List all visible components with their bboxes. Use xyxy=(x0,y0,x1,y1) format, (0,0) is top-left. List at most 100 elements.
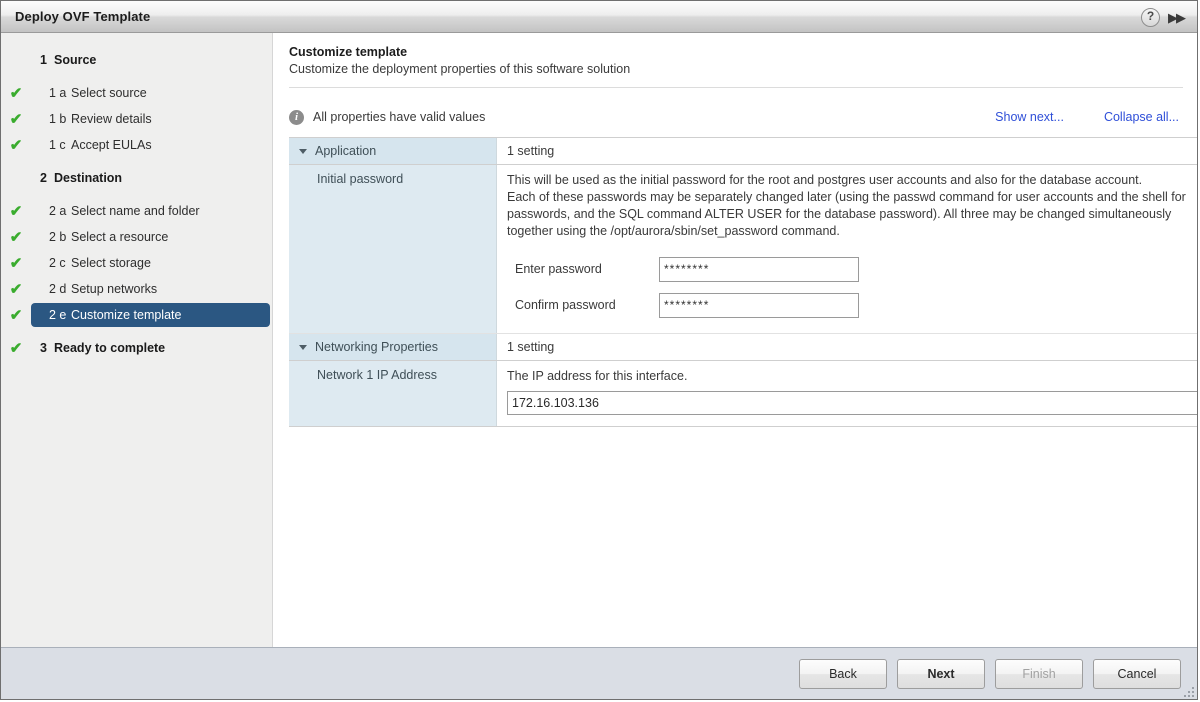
resize-grip-icon[interactable] xyxy=(1182,685,1194,697)
network-ip-address-input[interactable] xyxy=(507,391,1197,415)
sidebar-item-number: 3 xyxy=(40,341,47,355)
sidebar-item-number: 2 xyxy=(40,171,47,185)
property-group-header-application[interactable]: Application 1 setting xyxy=(289,138,1197,165)
group-setting-count-cell: 1 setting xyxy=(497,334,1197,360)
group-name-label: Networking Properties xyxy=(315,340,438,354)
sidebar-item-text: Ready to complete xyxy=(54,341,166,355)
description-line: The IP address for this interface. xyxy=(507,369,688,383)
group-setting-count: 1 setting xyxy=(507,340,555,354)
sidebar-item-text: Select name and folder xyxy=(71,204,200,218)
sidebar-item-label: 3 Ready to complete xyxy=(31,341,165,355)
property-label-cell: Network 1 IP Address xyxy=(289,361,497,426)
main-content-pane: Customize template Customize the deploym… xyxy=(273,33,1197,647)
chevron-down-icon[interactable] xyxy=(299,148,307,154)
deploy-ovf-template-dialog: Deploy OVF Template ? ▶▶ 1 Source ✔ 1 a Sele… xyxy=(0,0,1198,700)
property-value-cell: This will be used as the initial passwor… xyxy=(497,165,1197,333)
description-line: together using the /opt/aurora/sbin/set_… xyxy=(507,224,840,238)
sidebar-item-select-name-and-folder[interactable]: ✔ 2 a Select name and folder xyxy=(1,198,272,224)
cancel-button[interactable]: Cancel xyxy=(1093,658,1181,689)
sidebar-item-accept-eulas[interactable]: ✔ 1 c Accept EULAs xyxy=(1,132,272,158)
status-row: i All properties have valid values Show … xyxy=(289,100,1197,134)
wizard-step-sidebar: 1 Source ✔ 1 a Select source ✔ 1 b Review detai… xyxy=(1,33,273,647)
sidebar-item-label: 2 b Select a resource xyxy=(31,230,168,244)
back-button[interactable]: Back xyxy=(799,658,887,689)
sidebar-item-customize-template[interactable]: ✔ 2 e Customize template xyxy=(1,302,272,328)
chevron-down-icon[interactable] xyxy=(299,344,307,350)
group-setting-count: 1 setting xyxy=(507,144,555,158)
description-line: passwords, and the SQL command ALTER USE… xyxy=(507,207,1172,221)
show-next-link[interactable]: Show next... xyxy=(995,110,1064,124)
sidebar-item-number: 1 xyxy=(40,53,47,67)
sidebar-item-text: Select source xyxy=(71,86,147,100)
sidebar-item-select-storage[interactable]: ✔ 2 c Select storage xyxy=(1,250,272,276)
checkmark-icon: ✔ xyxy=(9,339,23,357)
sidebar-item-source[interactable]: 1 Source xyxy=(1,47,272,73)
sidebar-item-review-details[interactable]: ✔ 1 b Review details xyxy=(1,106,272,132)
checkmark-icon: ✔ xyxy=(9,136,23,154)
group-name-cell: Networking Properties xyxy=(289,334,497,360)
property-row-network-ip: Network 1 IP Address The IP address for … xyxy=(289,361,1197,426)
info-icon: i xyxy=(289,109,304,125)
sidebar-item-number: 2 e xyxy=(49,308,67,322)
enter-password-label: Enter password xyxy=(515,262,602,276)
checkmark-icon: ✔ xyxy=(9,202,23,220)
help-icon[interactable]: ? xyxy=(1141,7,1160,27)
sidebar-item-text: Review details xyxy=(71,112,152,126)
collapse-all-link[interactable]: Collapse all... xyxy=(1104,110,1179,124)
group-name-cell: Application xyxy=(289,138,497,164)
enter-password-input[interactable] xyxy=(659,256,859,282)
checkmark-icon: ✔ xyxy=(9,254,23,272)
sidebar-item-text: Select storage xyxy=(71,256,151,270)
next-button[interactable]: Next xyxy=(897,658,985,689)
sidebar-item-destination[interactable]: 2 Destination xyxy=(1,165,272,191)
sidebar-item-text: Accept EULAs xyxy=(71,138,152,152)
group-setting-count-cell: 1 setting xyxy=(497,138,1197,164)
property-label: Initial password xyxy=(317,172,404,186)
page-title: Customize template xyxy=(289,45,408,59)
confirm-password-label: Confirm password xyxy=(515,298,616,312)
sidebar-item-select-source[interactable]: ✔ 1 a Select source xyxy=(1,80,272,106)
sidebar-item-number: 2 b xyxy=(49,230,67,244)
checkmark-icon: ✔ xyxy=(9,306,23,324)
sidebar-item-label: 2 a Select name and folder xyxy=(31,204,200,218)
page-subtitle: Customize the deployment properties of t… xyxy=(289,62,631,76)
sidebar-item-text: Destination xyxy=(54,171,123,185)
sidebar-item-label: 1 a Select source xyxy=(31,86,147,100)
group-name-label: Application xyxy=(315,144,377,158)
sidebar-item-text: Setup networks xyxy=(71,282,158,296)
sidebar-item-label: 2 c Select storage xyxy=(31,256,151,270)
sidebar-item-number: 2 d xyxy=(49,282,67,296)
properties-table: Application 1 setting Initial password T… xyxy=(289,137,1197,427)
sidebar-item-ready-to-complete[interactable]: ✔ 3 Ready to complete xyxy=(1,335,272,361)
property-label-cell: Initial password xyxy=(289,165,497,333)
expand-collapse-icon[interactable]: ▶▶ xyxy=(1168,11,1187,24)
sidebar-item-number: 2 a xyxy=(49,204,67,218)
sidebar-item-text: Select a resource xyxy=(71,230,169,244)
sidebar-item-label: 2 d Setup networks xyxy=(31,282,157,296)
sidebar-item-number: 2 c xyxy=(49,256,66,270)
property-group-header-networking[interactable]: Networking Properties 1 setting xyxy=(289,334,1197,361)
enter-password-row: Enter password xyxy=(507,254,1197,284)
sidebar-item-number: 1 b xyxy=(49,112,67,126)
checkmark-icon: ✔ xyxy=(9,228,23,246)
sidebar-item-label: 2 Destination xyxy=(31,171,122,185)
title-bar: Deploy OVF Template ? ▶▶ xyxy=(1,1,1197,33)
status-links: Show next... Collapse all... xyxy=(995,110,1179,124)
header-divider xyxy=(289,87,1183,88)
wizard-step-list: 1 Source ✔ 1 a Select source ✔ 1 b Review detai… xyxy=(1,47,272,361)
sidebar-item-select-a-resource[interactable]: ✔ 2 b Select a resource xyxy=(1,224,272,250)
checkmark-icon: ✔ xyxy=(9,110,23,128)
checkmark-icon: ✔ xyxy=(9,280,23,298)
finish-button: Finish xyxy=(995,658,1083,689)
property-label: Network 1 IP Address xyxy=(317,368,437,382)
status-message: All properties have valid values xyxy=(313,110,486,124)
sidebar-item-number: 1 a xyxy=(49,86,67,100)
dialog-body: 1 Source ✔ 1 a Select source ✔ 1 b Review detai… xyxy=(1,33,1197,647)
confirm-password-input[interactable] xyxy=(659,292,859,318)
sidebar-item-number: 1 c xyxy=(49,138,66,152)
checkmark-icon: ✔ xyxy=(9,84,23,102)
sidebar-item-text: Source xyxy=(54,53,97,67)
password-form: Enter password Confirm password xyxy=(507,254,1197,320)
sidebar-item-text: Customize template xyxy=(71,308,182,322)
sidebar-item-setup-networks[interactable]: ✔ 2 d Setup networks xyxy=(1,276,272,302)
